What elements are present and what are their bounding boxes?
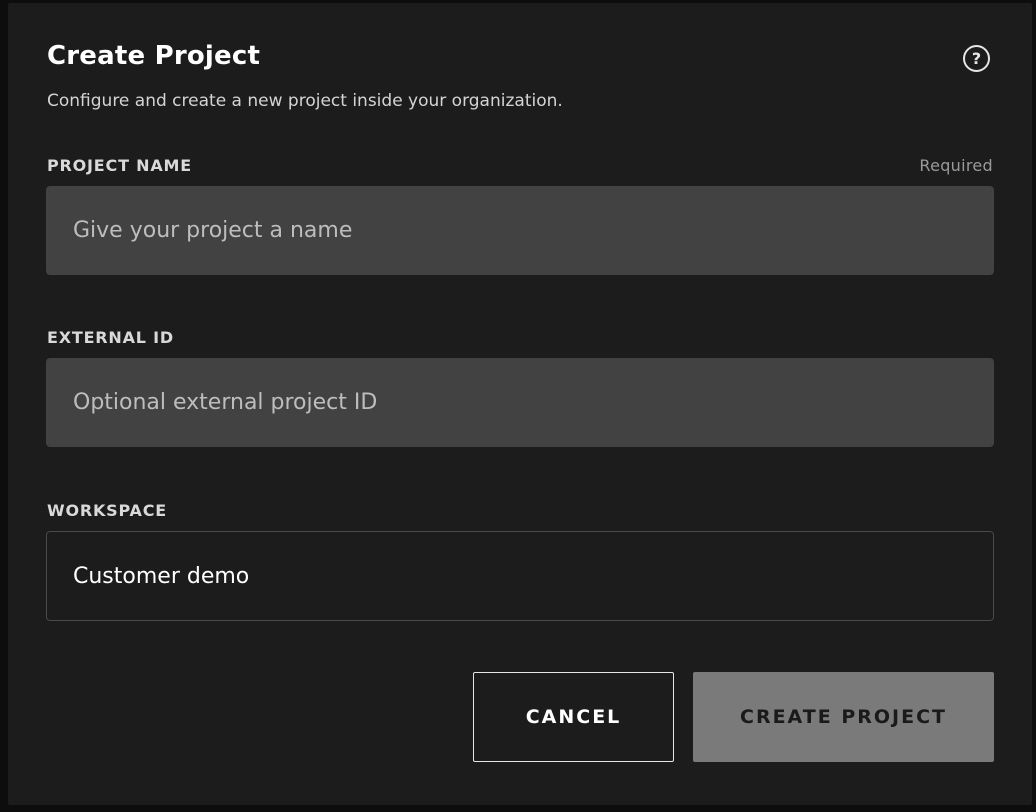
required-indicator: Required bbox=[919, 156, 993, 175]
workspace-selected-value: Customer demo bbox=[73, 563, 250, 589]
project-name-label: PROJECT NAME bbox=[47, 156, 192, 175]
create-project-dialog: Create Project ? Configure and create a … bbox=[8, 3, 1032, 805]
workspace-select[interactable]: Customer demo bbox=[46, 531, 994, 621]
workspace-label: WORKSPACE bbox=[47, 501, 168, 520]
question-circle-icon[interactable]: ? bbox=[963, 45, 990, 72]
external-id-input[interactable] bbox=[46, 358, 994, 447]
dialog-title: Create Project bbox=[47, 41, 261, 71]
create-project-button[interactable]: CREATE PROJECT bbox=[693, 672, 994, 762]
external-id-label: EXTERNAL ID bbox=[47, 328, 175, 347]
project-name-input[interactable] bbox=[46, 186, 994, 275]
dialog-subtitle: Configure and create a new project insid… bbox=[47, 91, 563, 111]
cancel-button[interactable]: CANCEL bbox=[473, 672, 674, 762]
